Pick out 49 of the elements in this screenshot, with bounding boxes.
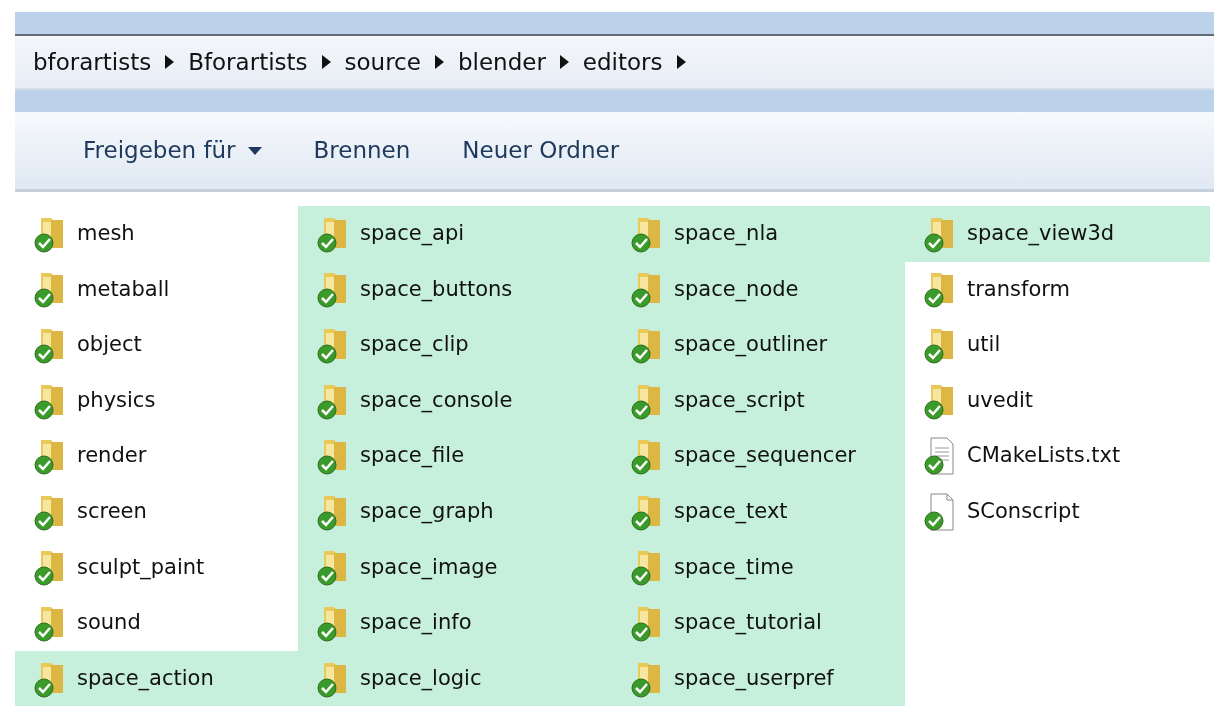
file-item[interactable]: util [905, 317, 1210, 373]
file-item[interactable]: space_graph [298, 483, 612, 540]
file-item[interactable]: transform [905, 261, 1210, 318]
breadcrumb-link[interactable]: Bforartists [188, 44, 308, 80]
file-item[interactable]: space_info [298, 595, 612, 651]
file-item[interactable]: space_nla [612, 206, 905, 262]
file-item[interactable]: uvedit [905, 372, 1210, 429]
file-item[interactable]: space_logic [298, 650, 612, 707]
chevron-icon [165, 55, 175, 69]
file-item[interactable]: SConscript [905, 483, 1210, 540]
file-item[interactable]: space_text [612, 483, 905, 540]
file-item[interactable]: object [15, 317, 298, 373]
caret-icon [247, 146, 262, 155]
file-item[interactable]: space_buttons [298, 261, 612, 318]
breadcrumb-link[interactable]: source [344, 44, 421, 80]
breadcrumb-link[interactable]: editors [582, 44, 663, 80]
toolbar-button[interactable]: Brennen [313, 133, 411, 168]
file-item[interactable]: metaball [15, 261, 298, 318]
toolbar-button[interactable]: Neuer Ordner [462, 133, 620, 168]
file-item[interactable]: space_console [298, 372, 612, 429]
file-item[interactable]: sound [15, 595, 298, 651]
file-item[interactable]: space_tutorial [612, 595, 905, 651]
file-item[interactable]: space_sequencer [612, 428, 905, 484]
file-item[interactable]: space_action [15, 650, 298, 707]
file-item[interactable]: space_image [298, 539, 612, 596]
file-item[interactable]: space_time [612, 539, 905, 596]
file-item[interactable]: render [15, 428, 298, 484]
file-item[interactable]: screen [15, 483, 298, 540]
text-file-icon [923, 436, 957, 477]
file-item[interactable]: CMakeLists.txt [905, 428, 1210, 484]
file-item[interactable]: mesh [15, 206, 298, 262]
breadcrumb-link[interactable]: bforartists [33, 44, 152, 80]
toolbar-button[interactable]: Freigeben für [83, 133, 262, 168]
file-item[interactable]: space_script [612, 372, 905, 429]
file-item[interactable]: physics [15, 372, 298, 429]
file-item[interactable]: space_file [298, 428, 612, 484]
breadcrumb-link[interactable]: blender [457, 44, 546, 80]
file-item[interactable]: space_node [612, 261, 905, 318]
file-icon [923, 491, 957, 532]
file-item[interactable]: sculpt_paint [15, 539, 298, 596]
file-item[interactable]: space_userpref [612, 650, 905, 707]
chevron-icon [321, 55, 331, 69]
chevron-icon [559, 55, 569, 69]
file-item[interactable]: space_clip [298, 317, 612, 373]
file-item[interactable]: space_outliner [612, 317, 905, 373]
file-item[interactable]: space_api [298, 206, 612, 262]
chevron-icon [676, 55, 686, 69]
file-item[interactable]: space_view3d [905, 206, 1210, 262]
chevron-icon [434, 55, 444, 69]
